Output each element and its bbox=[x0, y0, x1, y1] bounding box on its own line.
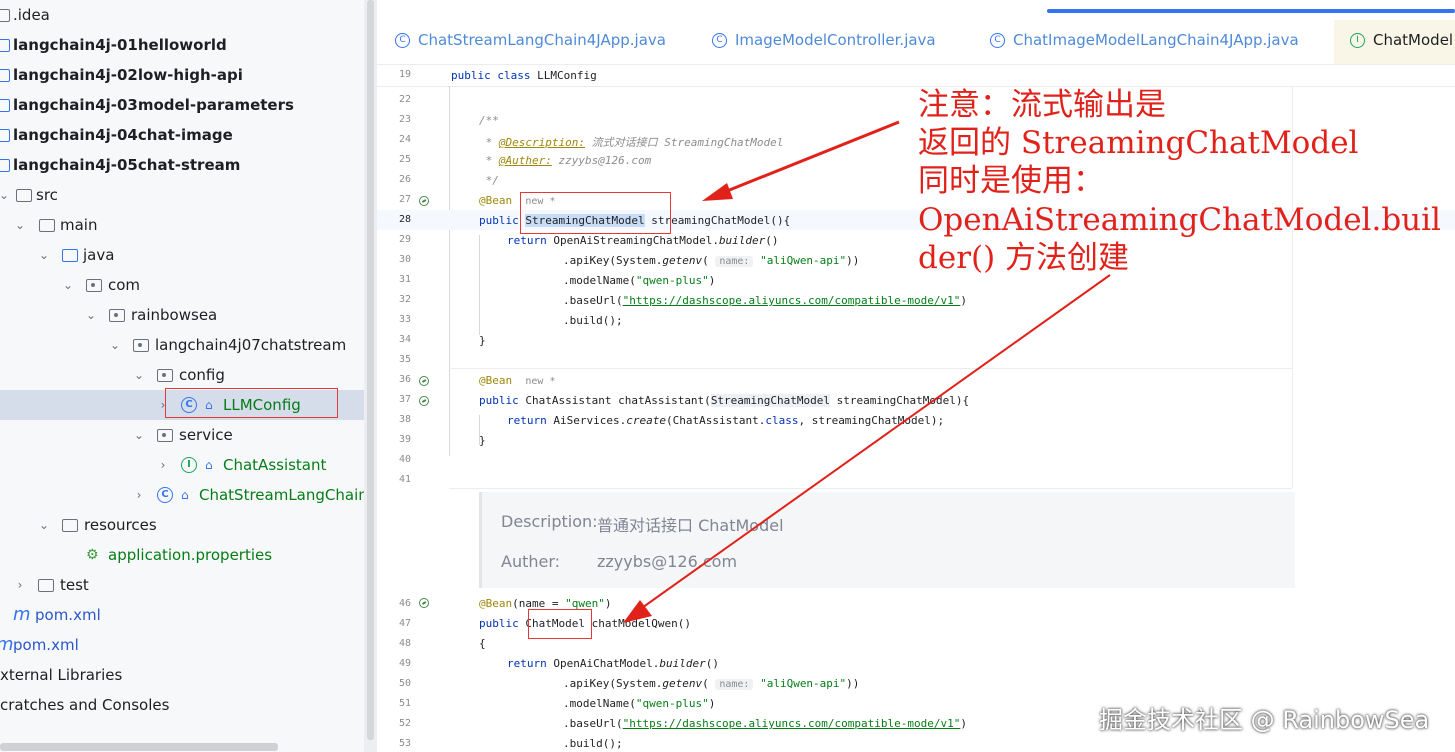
tree-item-module-02[interactable]: langchain4j-02low-high-api bbox=[0, 60, 364, 90]
tree-item-scratches[interactable]: cratches and Consoles bbox=[0, 690, 364, 720]
tree-item-module-03[interactable]: langchain4j-03model-parameters bbox=[0, 90, 364, 120]
chevron-down-icon[interactable]: ⌄ bbox=[133, 360, 145, 390]
resources-folder-icon bbox=[62, 519, 78, 532]
code-editor[interactable]: C ChatStreamLangChain4JApp.java C ImageMod… bbox=[377, 0, 1455, 752]
spring-boot-class-icon: C bbox=[157, 487, 173, 503]
spring-properties-icon: ⚙ bbox=[86, 547, 99, 563]
tree-item-chatassistant[interactable]: › I ⌂ ChatAssistant bbox=[0, 450, 364, 480]
tree-item-test[interactable]: › test bbox=[0, 570, 364, 600]
tree-item-application-properties[interactable]: ⚙ application.properties bbox=[0, 540, 364, 570]
arrow-head bbox=[702, 183, 733, 201]
chevron-down-icon[interactable]: ⌄ bbox=[38, 240, 50, 270]
highlight-box bbox=[165, 388, 338, 418]
interface-icon: I bbox=[181, 457, 197, 473]
chevron-down-icon[interactable]: ⌄ bbox=[14, 210, 26, 240]
folder-icon bbox=[39, 219, 55, 232]
module-icon bbox=[0, 69, 10, 82]
tree-item-service[interactable]: ⌄ service bbox=[0, 420, 364, 450]
tree-item-langchain4j07chatstream[interactable]: ⌄ langchain4j07chatstream bbox=[0, 330, 364, 360]
chevron-down-icon[interactable]: ⌄ bbox=[109, 330, 121, 360]
tree-item-module-05[interactable]: langchain4j-05chat-stream bbox=[0, 150, 364, 180]
chevron-right-icon[interactable]: › bbox=[14, 570, 26, 600]
lock-icon: ⌂ bbox=[205, 458, 213, 472]
tree-item-pom-root[interactable]: m pom.xml bbox=[0, 630, 364, 660]
package-icon bbox=[86, 279, 102, 292]
module-icon bbox=[0, 39, 10, 52]
package-icon bbox=[109, 309, 125, 322]
folder-icon bbox=[16, 189, 32, 202]
annotation-arrows bbox=[623, 120, 1111, 623]
watermark: 掘金技术社区 @ RainbowSea bbox=[1099, 706, 1430, 734]
chevron-right-icon[interactable]: › bbox=[157, 450, 169, 480]
module-icon bbox=[0, 159, 10, 172]
maven-icon: m bbox=[0, 630, 14, 655]
chevron-down-icon[interactable]: ⌄ bbox=[133, 420, 145, 450]
tree-item-chatstreamapp[interactable]: › C ⌂ ChatStreamLangChain4J bbox=[0, 480, 364, 510]
chevron-down-icon[interactable]: ⌄ bbox=[62, 270, 74, 300]
tree-item-com[interactable]: ⌄ com bbox=[0, 270, 364, 300]
package-icon bbox=[157, 429, 173, 442]
chevron-down-icon[interactable]: ⌄ bbox=[85, 300, 97, 330]
tree-item-java[interactable]: ⌄ java bbox=[0, 240, 364, 270]
vertical-scrollbar[interactable] bbox=[364, 0, 377, 752]
arrow-line bbox=[638, 274, 1111, 611]
tree-item-src[interactable]: ⌄ src bbox=[0, 180, 364, 210]
arrow-line bbox=[721, 120, 900, 195]
chevron-down-icon[interactable]: ⌄ bbox=[0, 180, 10, 210]
tree-item-module-04[interactable]: langchain4j-04chat-image bbox=[0, 120, 364, 150]
tree-item-pom-module[interactable]: m pom.xml bbox=[0, 600, 364, 630]
tree-item-rainbowsea[interactable]: ⌄ rainbowsea bbox=[0, 300, 364, 330]
tree-item-resources[interactable]: ⌄ resources bbox=[0, 510, 364, 540]
folder-icon bbox=[38, 579, 54, 592]
project-tree: .idea langchain4j-01helloworld langchain… bbox=[0, 0, 364, 752]
tree-item-idea[interactable]: .idea bbox=[0, 0, 364, 30]
chevron-down-icon[interactable]: ⌄ bbox=[38, 510, 50, 540]
module-icon bbox=[0, 99, 10, 112]
package-icon bbox=[157, 369, 173, 382]
tree-item-external-libraries[interactable]: xternal Libraries bbox=[0, 660, 364, 690]
maven-icon: m bbox=[13, 604, 31, 625]
lock-icon: ⌂ bbox=[181, 488, 189, 502]
source-folder-icon bbox=[62, 249, 78, 262]
module-icon bbox=[0, 129, 10, 142]
tree-item-config[interactable]: ⌄ config bbox=[0, 360, 364, 390]
tree-item-module-01[interactable]: langchain4j-01helloworld bbox=[0, 30, 364, 60]
folder-icon bbox=[0, 9, 10, 22]
package-icon bbox=[133, 339, 149, 352]
horizontal-scrollbar[interactable] bbox=[0, 743, 278, 751]
scrollbar-thumb[interactable] bbox=[367, 0, 374, 740]
chevron-right-icon[interactable]: › bbox=[133, 480, 145, 510]
tree-item-main[interactable]: ⌄ main bbox=[0, 210, 364, 240]
